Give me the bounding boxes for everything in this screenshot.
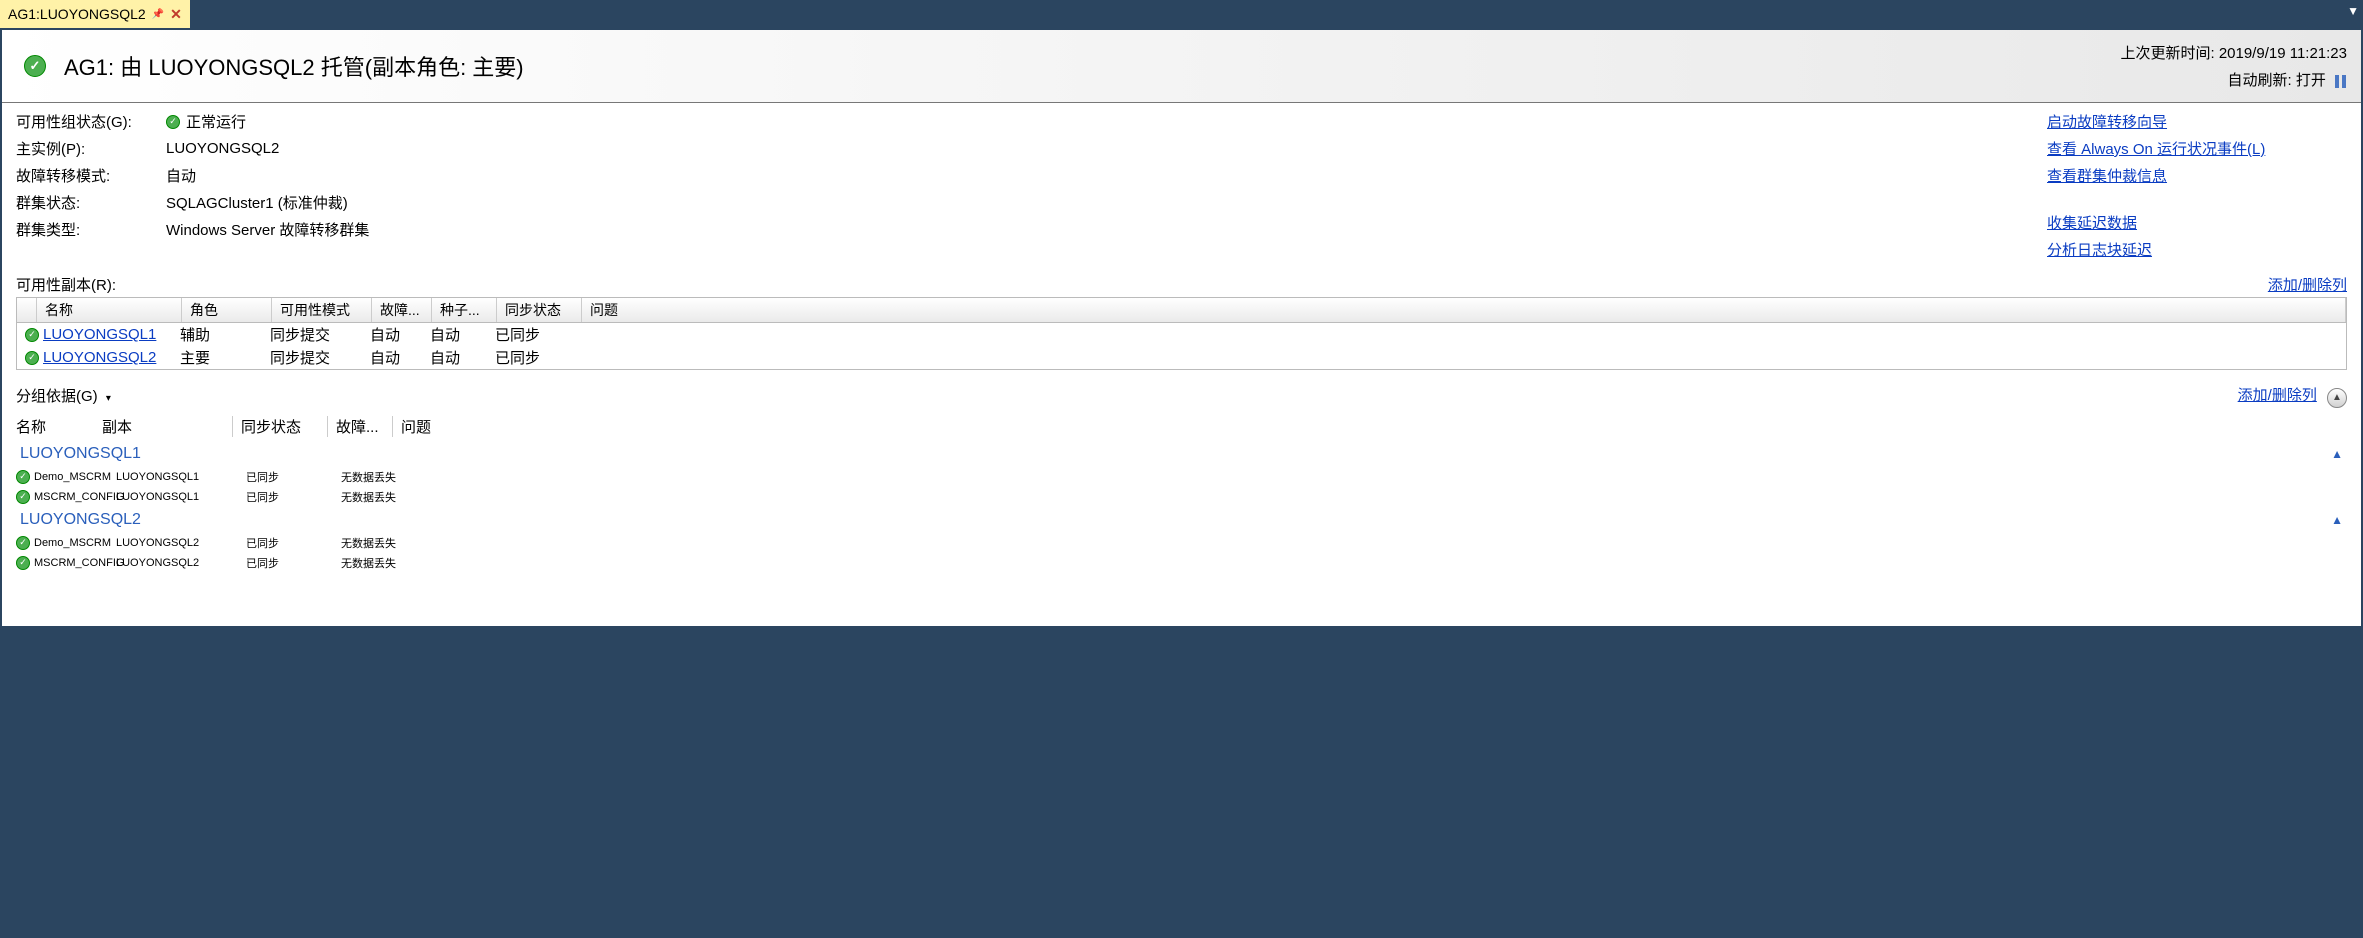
dashboard-header: ✓ AG1: 由 LUOYONGSQL2 托管(副本角色: 主要) 上次更新时间… (2, 30, 2361, 103)
primary-value: LUOYONGSQL2 (166, 138, 279, 159)
col-seeding[interactable]: 种子... (432, 298, 497, 322)
state-value: 正常运行 (186, 111, 246, 132)
tab-ag1[interactable]: AG1:LUOYONGSQL2 📌 ✕ (0, 0, 190, 28)
link-failover-wizard[interactable]: 启动故障转移向导 (2047, 111, 2347, 132)
col-sync[interactable]: 同步状态 (497, 298, 582, 322)
status-ok-icon: ✓ (16, 556, 30, 570)
pin-icon[interactable]: 📌 (152, 9, 164, 20)
chevron-up-icon[interactable]: ▲ (2331, 513, 2343, 527)
pause-icon[interactable] (2334, 75, 2347, 88)
last-update: 上次更新时间: 2019/9/19 11:21:23 (2120, 42, 2347, 63)
col-db-issue[interactable]: 问题 (392, 416, 2361, 437)
replica-link[interactable]: LUOYONGSQL2 (43, 349, 156, 366)
summary-table: 可用性组状态(G): ✓ 正常运行 主实例(P): LUOYONGSQL2 故障… (16, 111, 2047, 266)
tab-strip: AG1:LUOYONGSQL2 📌 ✕ ▼ (0, 0, 2363, 28)
state-label: 可用性组状态(G): (16, 111, 166, 132)
status-ok-icon: ✓ (16, 490, 30, 504)
replicas-grid: 名称 角色 可用性模式 故障... 种子... 同步状态 问题 ✓ LUOYONG… (16, 297, 2347, 370)
page-title: AG1: 由 LUOYONGSQL2 托管(副本角色: 主要) (64, 50, 524, 82)
collapse-icon[interactable]: ▲ (2327, 388, 2347, 408)
link-collect-latency[interactable]: 收集延迟数据 (2047, 212, 2347, 233)
add-remove-columns-db[interactable]: 添加/删除列 (2238, 387, 2317, 404)
auto-refresh: 自动刷新: 打开 (2120, 69, 2347, 90)
table-row[interactable]: ✓LUOYONGSQL2主要同步提交自动自动已同步 (17, 346, 2346, 369)
group-header[interactable]: LUOYONGSQL2▲ (2, 507, 2361, 533)
col-failover[interactable]: 故障... (372, 298, 432, 322)
status-ok-icon: ✓ (166, 115, 180, 129)
tab-title: AG1:LUOYONGSQL2 (8, 6, 146, 22)
replicas-section: 可用性副本(R): 添加/删除列 名称 角色 可用性模式 故障... 种子...… (2, 270, 2361, 374)
cluster-state-label: 群集状态: (16, 192, 166, 213)
tabstrip-dropdown-icon[interactable]: ▼ (2347, 4, 2359, 18)
cluster-state-value: SQLAGCluster1 (标准仲裁) (166, 192, 348, 213)
chevron-down-icon: ▾ (106, 393, 111, 404)
groupby-dropdown[interactable]: 分组依据(G) ▾ (16, 385, 111, 406)
status-ok-icon: ✓ (25, 351, 39, 365)
replicas-grid-header: 名称 角色 可用性模式 故障... 种子... 同步状态 问题 (17, 298, 2346, 323)
col-issues[interactable]: 问题 (582, 298, 2346, 322)
failover-value: 自动 (166, 165, 196, 186)
table-row[interactable]: ✓MSCRM_CONFIGLUOYONGSQL2已同步无数据丢失 (2, 553, 2361, 573)
col-db-replica[interactable]: 副本 (102, 416, 232, 437)
col-availability[interactable]: 可用性模式 (272, 298, 372, 322)
col-db-name[interactable]: 名称 (2, 416, 102, 437)
col-role[interactable]: 角色 (182, 298, 272, 322)
col-db-sync[interactable]: 同步状态 (232, 416, 327, 437)
status-ok-icon: ✓ (24, 55, 46, 77)
group-header[interactable]: LUOYONGSQL1▲ (2, 441, 2361, 467)
dashboard-panel: ✓ AG1: 由 LUOYONGSQL2 托管(副本角色: 主要) 上次更新时间… (0, 28, 2363, 628)
failover-label: 故障转移模式: (16, 165, 166, 186)
primary-label: 主实例(P): (16, 138, 166, 159)
status-ok-icon: ✓ (25, 328, 39, 342)
table-row[interactable]: ✓Demo_MSCRMLUOYONGSQL1已同步无数据丢失 (2, 467, 2361, 487)
link-analyze-latency[interactable]: 分析日志块延迟 (2047, 239, 2347, 260)
replica-link[interactable]: LUOYONGSQL1 (43, 326, 156, 343)
status-ok-icon: ✓ (16, 536, 30, 550)
link-alwayson-events[interactable]: 查看 Always On 运行状况事件(L) (2047, 138, 2347, 159)
add-remove-columns-replicas[interactable]: 添加/删除列 (2268, 274, 2347, 295)
chevron-up-icon[interactable]: ▲ (2331, 447, 2343, 461)
cluster-type-value: Windows Server 故障转移群集 (166, 219, 369, 240)
table-row[interactable]: ✓LUOYONGSQL1辅助同步提交自动自动已同步 (17, 323, 2346, 346)
table-row[interactable]: ✓Demo_MSCRMLUOYONGSQL2已同步无数据丢失 (2, 533, 2361, 553)
cluster-type-label: 群集类型: (16, 219, 166, 240)
status-ok-icon: ✓ (16, 470, 30, 484)
action-links: 启动故障转移向导 查看 Always On 运行状况事件(L) 查看群集仲裁信息… (2047, 111, 2347, 266)
replicas-title: 可用性副本(R): (16, 274, 116, 295)
col-db-failover[interactable]: 故障... (327, 416, 392, 437)
col-name[interactable]: 名称 (37, 298, 182, 322)
db-grid-header: 名称 副本 同步状态 故障... 问题 (2, 412, 2361, 441)
table-row[interactable]: ✓MSCRM_CONFIGLUOYONGSQL1已同步无数据丢失 (2, 487, 2361, 507)
link-quorum-info[interactable]: 查看群集仲裁信息 (2047, 165, 2347, 186)
close-icon[interactable]: ✕ (170, 6, 182, 23)
